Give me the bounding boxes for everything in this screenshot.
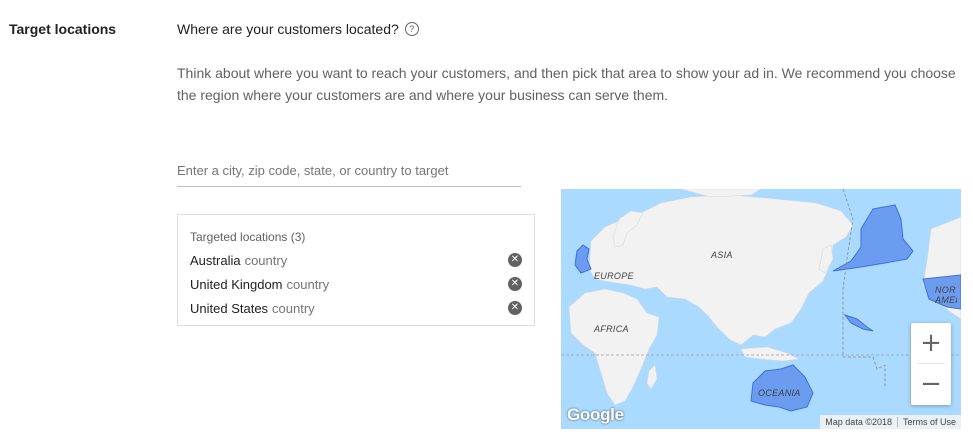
alaska-highlight [832,204,914,272]
zoom-in-button[interactable]: + [911,323,951,363]
location-type: country [286,276,330,292]
targeted-locations-header: Targeted locations (3) [190,230,306,244]
map-footer: Map data ©2018 Terms of Use [820,415,961,429]
terms-of-use-link[interactable]: Terms of Use [898,417,961,427]
uk-highlight [574,244,592,274]
location-name: United Kingdom [190,276,283,292]
section-label: Target locations [9,21,117,37]
google-logo: Google [567,405,624,424]
zoom-out-button[interactable]: − [911,364,951,404]
map-label-europe: EUROPE [594,271,634,281]
targeted-location-row: Australia country ✕ [190,250,522,270]
remove-location-button[interactable]: ✕ [508,277,522,291]
madagascar-landmass [646,364,658,390]
question-text: Where are your customers located? [177,21,399,37]
help-icon[interactable]: ? [404,22,419,36]
date-line [842,189,854,357]
arctic-landmass [680,189,762,198]
location-type: country [244,252,288,268]
hawaii-highlight [843,314,874,332]
location-name: United States [190,300,269,316]
target-locations-section: Target locations Where are your customer… [0,0,973,447]
location-search [177,158,521,187]
targeted-locations-box: Targeted locations (3) Australia country … [177,214,535,326]
remove-location-button[interactable]: ✕ [508,301,522,315]
targeted-location-row: United Kingdom country ✕ [190,274,522,294]
map-label-asia: ASIA [711,250,733,260]
location-search-input[interactable] [177,158,521,182]
indonesia-landmass [740,346,801,362]
question-heading: Where are your customers located? ? [177,21,419,37]
location-map[interactable]: EUROPE ASIA AFRICA OCEANIA NORTH AMERICA… [561,189,961,429]
map-label-africa: AFRICA [594,324,629,334]
description-text: Think about where you want to reach your… [177,65,956,103]
map-zoom-controls: + − [911,323,951,405]
map-label-oceania: OCEANIA [758,388,801,398]
targeted-location-row: United States country ✕ [190,298,522,318]
location-name: Australia [190,252,241,268]
location-type: country [272,300,315,316]
africa-landmass [568,288,660,406]
remove-location-button[interactable]: ✕ [508,253,522,267]
map-label-north-america: NORTH AMERICA [935,285,957,305]
date-line-jog [843,356,886,389]
map-attribution: Map data ©2018 [825,417,892,427]
